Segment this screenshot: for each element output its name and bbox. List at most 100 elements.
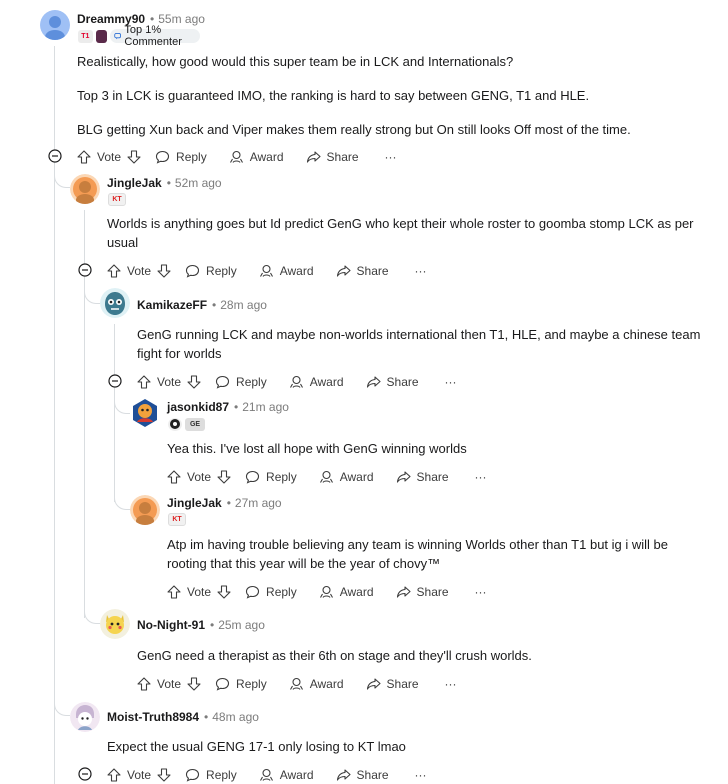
more-icon[interactable]: ··· [445,375,457,389]
upvote-icon [107,768,121,782]
collapse-icon[interactable] [108,374,122,388]
more-icon[interactable]: ··· [445,677,457,691]
vote-label: Vote [97,150,122,164]
comment-body: GenG need a therapist as their 6th on st… [137,646,707,665]
upvote-button[interactable] [107,768,121,782]
reply-button[interactable]: Reply [245,585,297,599]
comment-body: Worlds is anything goes but Id predict G… [107,214,707,252]
collapse-icon[interactable] [78,263,92,277]
downvote-button[interactable] [127,150,141,164]
upvote-button[interactable] [167,470,181,484]
share-button[interactable]: Share [366,375,419,389]
comment-time[interactable]: 28m ago [220,298,267,312]
reply-button[interactable]: Reply [155,150,207,164]
award-button[interactable]: Award [289,375,344,389]
downvote-button[interactable] [187,677,201,691]
t1-flair-icon: T1 [78,29,93,43]
avatar[interactable] [130,495,160,525]
comment-paragraph: Atp im having trouble believing any team… [167,537,669,571]
comment-author[interactable]: KamikazeFF [137,298,207,312]
share-button[interactable]: Share [396,585,449,599]
comment-paragraph: Worlds is anything goes but Id predict G… [107,216,694,250]
comment-author[interactable]: Moist-Truth8984 [107,710,199,724]
upvote-icon [167,470,181,484]
share-button[interactable]: Share [336,264,389,278]
reply-button[interactable]: Reply [185,264,237,278]
upvote-button[interactable] [137,375,151,389]
avatar[interactable] [100,288,130,318]
downvote-button[interactable] [187,375,201,389]
reply-button[interactable]: Reply [215,677,267,691]
thread-line-level2 [114,324,115,502]
share-button[interactable]: Share [306,150,359,164]
avatar[interactable] [40,10,70,40]
separator-dot: • [210,618,215,632]
reply-button[interactable]: Reply [215,375,267,389]
award-icon [259,264,273,277]
vote-label: Vote [157,677,182,691]
team-flair-icon: KT [168,512,186,526]
downvote-icon [217,585,231,599]
reply-button[interactable]: Reply [245,470,297,484]
downvote-button[interactable] [217,470,231,484]
share-button[interactable]: Share [366,677,419,691]
thread-line-level1b [84,288,85,618]
comment-time[interactable]: 52m ago [175,176,222,190]
share-icon [366,678,381,690]
more-icon[interactable]: ··· [415,264,427,278]
branch-to-jasonkid87 [114,390,130,414]
comment-author[interactable]: jasonkid87 [167,400,229,414]
award-button[interactable]: Award [259,264,314,278]
share-icon [396,471,411,483]
comment-time[interactable]: 25m ago [218,618,265,632]
comment-actions: Vote Reply Award Share ··· [137,675,457,693]
separator-dot: • [204,710,209,724]
comment-author[interactable]: JingleJak [167,496,222,510]
downvote-button[interactable] [157,768,171,782]
comment-paragraph: Expect the usual GENG 17-1 only losing t… [107,739,406,754]
reply-icon [185,768,200,782]
share-button[interactable]: Share [396,470,449,484]
award-icon [259,768,273,781]
avatar[interactable] [70,702,100,732]
downvote-icon [187,375,201,389]
more-icon[interactable]: ··· [475,585,487,599]
more-icon[interactable]: ··· [415,768,427,782]
award-icon [319,585,333,598]
upvote-button[interactable] [137,677,151,691]
comment-time[interactable]: 21m ago [242,400,289,414]
award-button[interactable]: Award [319,470,374,484]
reply-icon [245,585,260,599]
champion-flair-icon [95,29,108,43]
comment-paragraph: GenG running LCK and maybe non-worlds in… [137,327,701,361]
chat-bubble-icon [114,33,122,40]
avatar[interactable] [100,609,130,639]
comment-author[interactable]: No-Night-91 [137,618,205,632]
downvote-button[interactable] [217,585,231,599]
collapse-icon[interactable] [48,149,62,163]
upvote-button[interactable] [167,585,181,599]
more-icon[interactable]: ··· [385,150,397,164]
comment-time[interactable]: 27m ago [235,496,282,510]
avatar[interactable] [70,174,100,204]
reply-button[interactable]: Reply [185,768,237,782]
downvote-button[interactable] [157,264,171,278]
award-button[interactable]: Award [319,585,374,599]
comment-author[interactable]: JingleJak [107,176,162,190]
branch-to-moist-truth [54,692,70,716]
more-icon[interactable]: ··· [475,470,487,484]
upvote-button[interactable] [77,150,91,164]
award-button[interactable]: Award [229,150,284,164]
share-button[interactable]: Share [336,768,389,782]
vote-label: Vote [127,768,152,782]
comment-actions: Vote Reply Award Share ··· [167,468,487,486]
upvote-button[interactable] [107,264,121,278]
player-flair-icon: GE [185,417,205,431]
award-button[interactable]: Award [289,677,344,691]
collapse-icon[interactable] [78,767,92,781]
top-commenter-badge: Top 1% Commenter [110,24,201,48]
avatar[interactable] [130,398,160,428]
comment-time[interactable]: 48m ago [212,710,259,724]
award-button[interactable]: Award [259,768,314,782]
upvote-icon [77,150,91,164]
